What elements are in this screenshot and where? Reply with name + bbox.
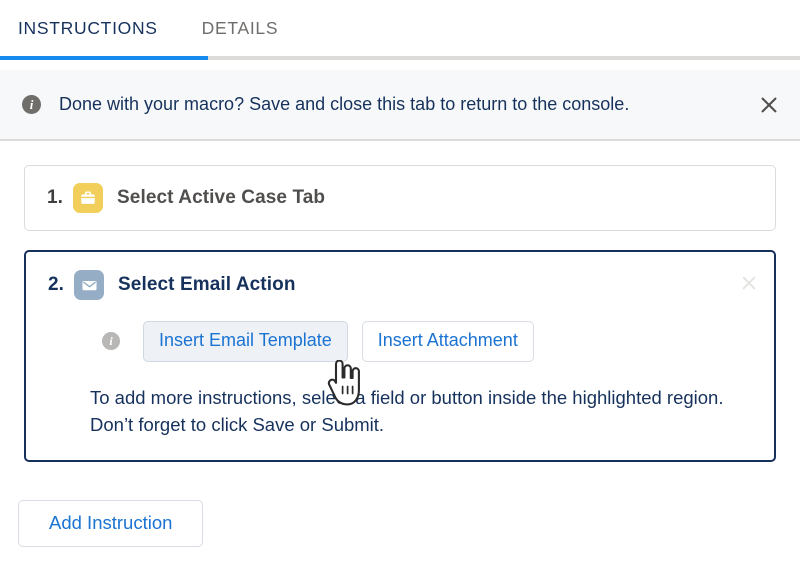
tab-bar: INSTRUCTIONS DETAILS	[0, 0, 800, 56]
info-circle-icon: i	[22, 95, 41, 114]
add-instruction-button[interactable]: Add Instruction	[18, 500, 204, 548]
info-banner: i Done with your macro? Save and close t…	[0, 70, 800, 141]
add-instruction-wrapper: Add Instruction	[18, 500, 204, 548]
macro-builder-panel: INSTRUCTIONS DETAILS i Done with your ma…	[0, 0, 800, 568]
instruction-step-1[interactable]: 1. Select Active Case Tab	[24, 165, 776, 231]
email-envelope-icon-glyph	[81, 280, 97, 290]
instruction-step-2[interactable]: 2. Select Email Action i Insert Email Te…	[24, 250, 776, 463]
case-briefcase-icon	[73, 183, 103, 213]
step-1-number: 1.	[47, 187, 63, 208]
info-circle-icon: i	[102, 332, 120, 351]
tab-active-underline	[0, 56, 208, 60]
step-1-title: Select Active Case Tab	[117, 187, 326, 208]
close-icon	[742, 276, 756, 290]
email-envelope-icon	[74, 270, 104, 300]
tab-details[interactable]: DETAILS	[202, 0, 293, 56]
banner-close-button[interactable]	[756, 92, 782, 118]
tab-details-label: DETAILS	[201, 18, 279, 38]
info-banner-message: Done with your macro? Save and close thi…	[59, 94, 630, 114]
close-icon	[761, 97, 777, 112]
step-2-action-row: i Insert Email Template Insert Attachmen…	[48, 321, 752, 362]
step-2-title: Select Email Action	[118, 274, 296, 295]
insert-email-template-button[interactable]: Insert Email Template	[143, 321, 348, 362]
step-2-number: 2.	[48, 274, 64, 295]
case-briefcase-icon-glyph	[81, 191, 95, 204]
tab-instructions[interactable]: INSTRUCTIONS	[18, 0, 172, 56]
insert-attachment-button[interactable]: Insert Attachment	[361, 321, 534, 362]
step-2-header: 2. Select Email Action	[48, 270, 752, 300]
step-2-remove-button[interactable]	[738, 272, 760, 294]
instruction-steps-list: 1. Select Active Case Tab 2. Select Emai…	[0, 143, 800, 463]
tab-instructions-label: INSTRUCTIONS	[18, 18, 158, 38]
step-2-hint-text: To add more instructions, select a field…	[90, 386, 724, 435]
